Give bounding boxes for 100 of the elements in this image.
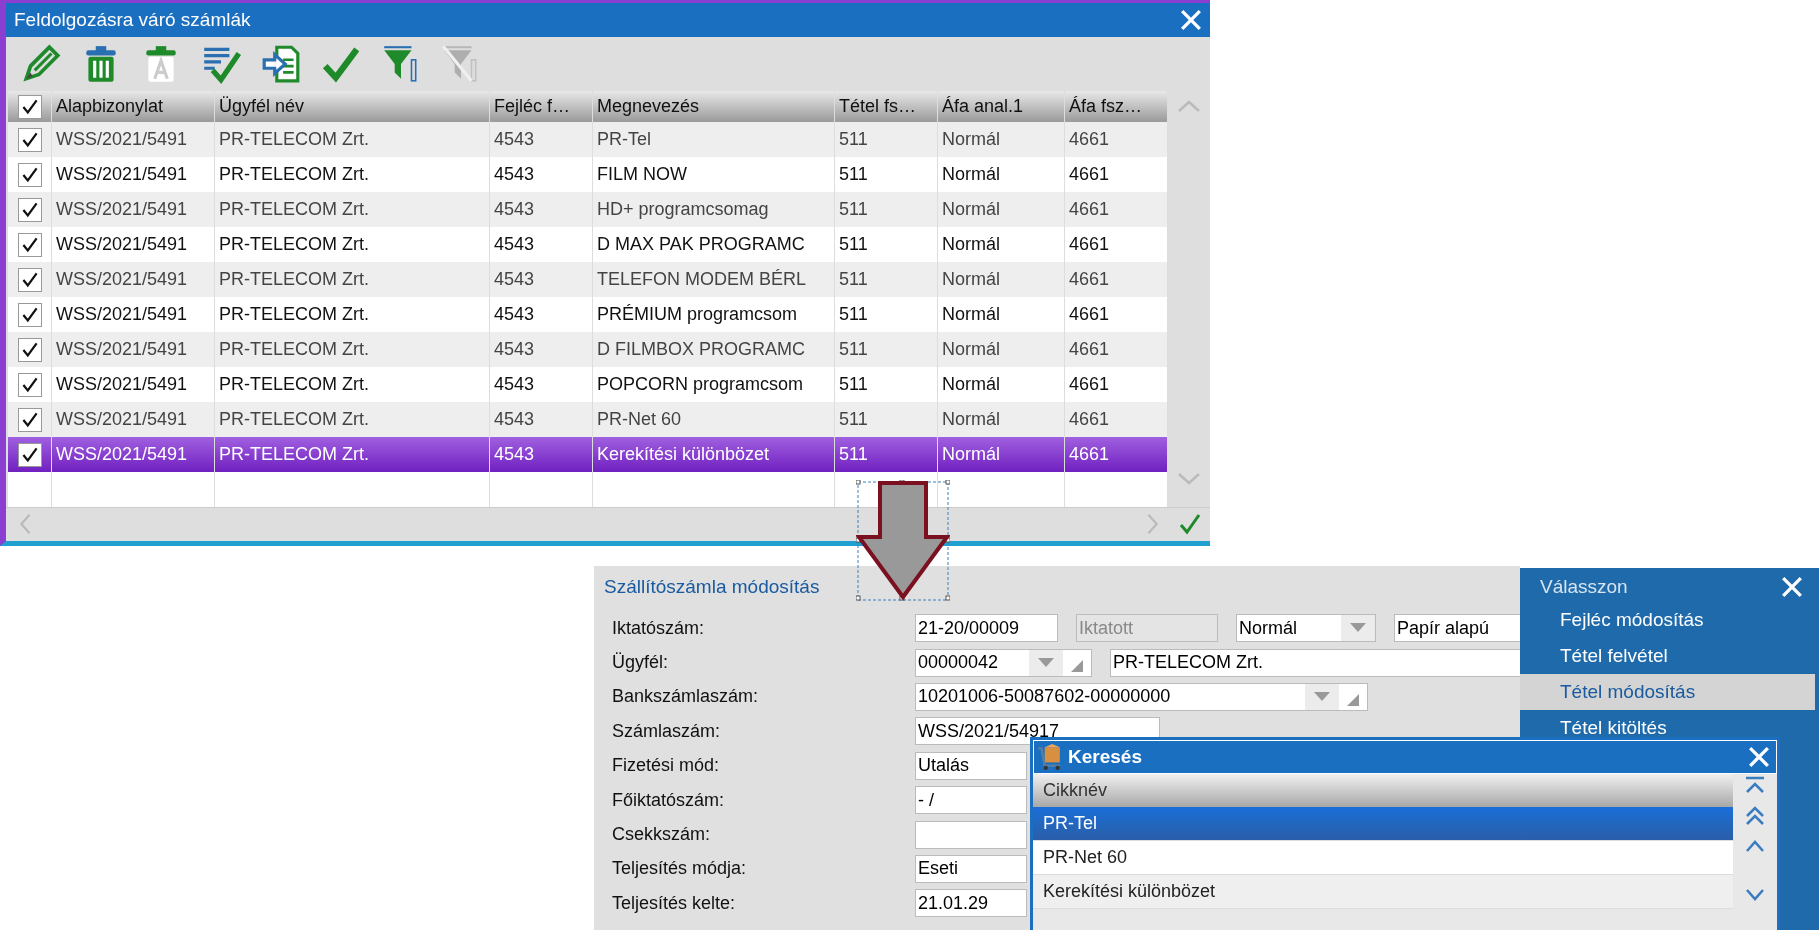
checkbox[interactable] [17, 442, 42, 467]
table-cell: Normál [942, 234, 1000, 255]
checkbox[interactable] [17, 372, 42, 397]
corner-icon [1347, 693, 1359, 706]
input-field[interactable] [915, 820, 1027, 849]
table-cell: 4661 [1069, 234, 1110, 255]
field-label: Ügyfél: [611, 652, 670, 674]
input-field[interactable]: Utalás [915, 751, 1027, 780]
field-label: Teljesítés módja: [611, 858, 748, 880]
table-row[interactable]: WSS/2021/5491 PR-TELECOM Zrt. 4543 D FILMBOX PROGRAMC 511 Normál 4661 [8, 332, 1168, 367]
cart-icon [1036, 744, 1062, 770]
field-label: Bankszámlaszám: [611, 686, 760, 708]
table-cell: 4661 [1069, 199, 1110, 220]
list-item[interactable]: Kerekítési különbözet [1033, 875, 1733, 909]
table-cell: WSS/2021/5491 [56, 374, 188, 395]
table-cell: 4543 [494, 374, 535, 395]
close-icon[interactable] [1781, 576, 1803, 598]
close-icon[interactable] [1748, 746, 1770, 768]
menu-item[interactable]: Fejléc módosítás [1520, 602, 1815, 638]
checkbox[interactable] [17, 94, 42, 119]
table-cell: 4543 [494, 164, 535, 185]
table-cell: PR-TELECOM Zrt. [219, 129, 369, 150]
table-cell: 511 [839, 409, 868, 430]
table-cell: PR-TELECOM Zrt. [219, 444, 369, 465]
table-cell: 4661 [1069, 304, 1110, 325]
checkbox[interactable] [17, 302, 42, 327]
table-cell: 4543 [494, 444, 535, 465]
checkbox[interactable] [17, 232, 42, 257]
table-cell: FILM NOW [597, 164, 687, 185]
dropdown-field[interactable]: Normál [1236, 614, 1376, 643]
list-item[interactable]: PR-Tel [1033, 807, 1733, 841]
table-cell: 4543 [494, 199, 535, 220]
table-cell: WSS/2021/5491 [56, 304, 188, 325]
field-label: Főiktatószám: [611, 789, 726, 811]
dropdown-icon [1314, 691, 1330, 702]
form-title: Szállítószámla módosítás [603, 575, 821, 599]
menu-item[interactable]: Tétel módosítás [1520, 674, 1815, 710]
table-cell: D MAX PAK PROGRAMC [597, 234, 805, 255]
table-cell: 4661 [1069, 444, 1110, 465]
table-row[interactable]: WSS/2021/5491 PR-TELECOM Zrt. 4543 HD+ programcsomag 511 Normál 4661 [8, 192, 1168, 227]
table-cell: PR-TELECOM Zrt. [219, 304, 369, 325]
input-field[interactable]: - / [915, 786, 1027, 815]
table-cell: Normál [942, 199, 1000, 220]
input-field[interactable]: 21-20/00009 [915, 614, 1058, 643]
table-cell: Normál [942, 374, 1000, 395]
checkbox[interactable] [17, 127, 42, 152]
table-cell: Normál [942, 339, 1000, 360]
table-cell: 511 [839, 444, 868, 465]
table-cell: 4661 [1069, 339, 1110, 360]
dropdown-icon [1038, 657, 1054, 668]
list-item[interactable]: PR-Net 60 [1033, 841, 1733, 875]
table-cell: PR-TELECOM Zrt. [219, 339, 369, 360]
table-cell: 4661 [1069, 129, 1110, 150]
table-row[interactable]: WSS/2021/5491 PR-TELECOM Zrt. 4543 Kerekítési különbözet 511 Normál 4661 [8, 437, 1168, 472]
table-row[interactable]: WSS/2021/5491 PR-TELECOM Zrt. 4543 PR-Net 60 511 Normál 4661 [8, 402, 1168, 437]
arrow-drawing[interactable] [856, 480, 950, 601]
field-label: Fizetési mód: [611, 755, 721, 777]
close-icon[interactable] [1180, 9, 1202, 31]
checkbox[interactable] [17, 197, 42, 222]
dropdown-icon [1350, 623, 1366, 634]
table-cell: TELEFON MODEM BÉRL [597, 269, 807, 290]
corner-icon [1071, 659, 1083, 672]
table-cell: WSS/2021/5491 [56, 409, 188, 430]
table-row[interactable]: WSS/2021/5491 PR-TELECOM Zrt. 4543 PR-Tel 511 Normál 4661 [8, 122, 1168, 157]
table-row[interactable]: WSS/2021/5491 PR-TELECOM Zrt. 4543 TELEFON MODEM BÉRL 511 Normál 4661 [8, 262, 1168, 297]
checkbox[interactable] [17, 162, 42, 187]
table-cell: WSS/2021/5491 [56, 164, 188, 185]
table-cell: 4543 [494, 409, 535, 430]
table-cell: 511 [839, 374, 868, 395]
table-cell: WSS/2021/5491 [56, 444, 188, 465]
table-cell: PR-TELECOM Zrt. [219, 199, 369, 220]
table-cell: 4543 [494, 234, 535, 255]
window-title: Feldolgozásra váró számlák [14, 9, 251, 31]
checkbox[interactable] [17, 407, 42, 432]
input-field[interactable]: PR-TELECOM Zrt. [1110, 648, 1520, 677]
table-cell: PR-TELECOM Zrt. [219, 409, 369, 430]
checkbox[interactable] [17, 267, 42, 292]
input-field: Iktatott [1076, 614, 1218, 643]
table-cell: WSS/2021/5491 [56, 339, 188, 360]
table-cell: 4661 [1069, 164, 1110, 185]
dropdown-value: Normál [1239, 617, 1297, 639]
table-cell: Normál [942, 164, 1000, 185]
table-cell: PR-TELECOM Zrt. [219, 234, 369, 255]
table-cell: WSS/2021/5491 [56, 269, 188, 290]
checkbox[interactable] [17, 337, 42, 362]
table-cell: 511 [839, 339, 868, 360]
table-cell: Normál [942, 129, 1000, 150]
input-field[interactable]: Papír alapú [1394, 614, 1520, 643]
field-label: Csekkszám: [611, 824, 711, 846]
column-header[interactable]: Cikknév [1033, 774, 1733, 807]
table-cell: D FILMBOX PROGRAMC [597, 339, 806, 360]
input-field[interactable]: 21.01.29 [915, 889, 1027, 918]
table-cell: 4661 [1069, 374, 1110, 395]
table-cell: WSS/2021/5491 [56, 199, 188, 220]
combo-field[interactable]: 10201006-50087602-00000000 [915, 682, 1368, 711]
input-field[interactable]: Eseti [915, 854, 1027, 883]
menu-item[interactable]: Tétel felvétel [1520, 638, 1815, 674]
table-cell: 511 [839, 269, 868, 290]
combo-field[interactable]: 00000042 [915, 648, 1092, 677]
table-cell: 511 [839, 304, 868, 325]
